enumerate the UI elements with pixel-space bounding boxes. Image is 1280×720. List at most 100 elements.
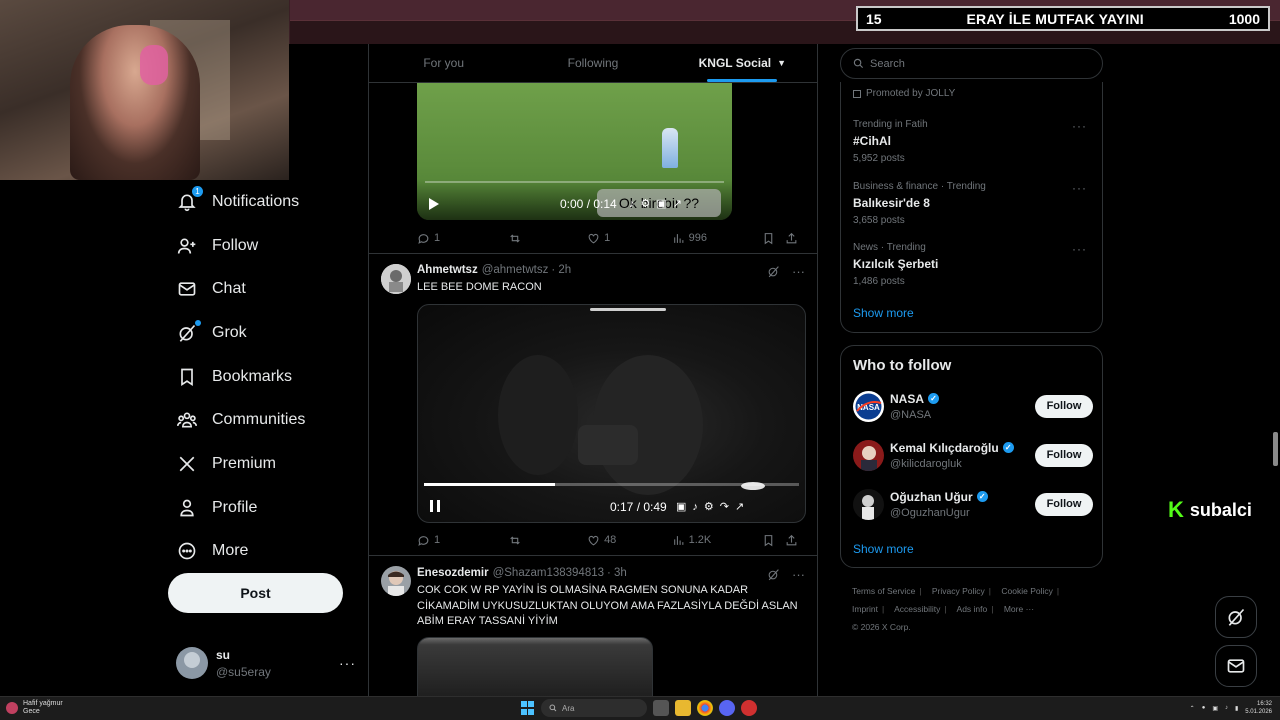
nav-item-more[interactable]: More (168, 530, 358, 574)
more-icon[interactable]: ··· (1072, 181, 1087, 195)
follow-button[interactable]: Follow (1035, 443, 1093, 467)
divider (369, 253, 817, 254)
volume-icon[interactable]: ♪ (1225, 705, 1228, 711)
account-more-icon[interactable]: ··· (339, 655, 356, 671)
avatar-image (381, 264, 411, 294)
page-scrollbar[interactable] (1273, 432, 1278, 466)
grok-icon[interactable] (767, 568, 780, 581)
avatar (853, 439, 884, 471)
task-view-icon[interactable] (653, 700, 669, 716)
tab-kngl-social[interactable]: KNGL Social ▼ (668, 44, 817, 82)
follow-suggestion[interactable]: Kemal Kılıçdaroğlu ✓ @kilicdarogluk Follo… (853, 439, 1093, 471)
windows-start-icon[interactable] (521, 701, 535, 715)
discord-icon[interactable] (719, 700, 735, 716)
footer-link[interactable]: Imprint (852, 604, 878, 614)
avatar[interactable] (381, 566, 411, 596)
video-player[interactable]: 0:17 / 0:49 ▣♪⚙↷↗ (417, 304, 806, 523)
footer-link[interactable]: Accessibility (894, 604, 940, 614)
nav-item-communities[interactable]: Communities (168, 398, 358, 442)
taskbar-search[interactable]: Ara (541, 699, 647, 717)
trend-item[interactable]: Trending in Fatih #CihAl 5,952 posts ··· (853, 119, 1093, 164)
video-time: 0:00 / 0:14 (560, 197, 617, 211)
chrome-icon[interactable] (697, 700, 713, 716)
views-button[interactable]: 996 (672, 232, 762, 245)
reply-button[interactable]: 1 (417, 534, 508, 547)
nav-item-bookmarks[interactable]: Bookmarks (168, 355, 358, 399)
more-icon[interactable]: ··· (792, 264, 805, 279)
tweet-time[interactable]: · 3h (607, 567, 627, 579)
tweet-author-name[interactable]: Ahmetwtsz (417, 264, 478, 276)
reply-button[interactable]: 1 (417, 232, 508, 245)
follow-suggestion[interactable]: NASA NASA ✓ @NASA Follow (853, 390, 1093, 422)
tab-following[interactable]: Following (518, 44, 667, 82)
follow-button[interactable]: Follow (1035, 492, 1093, 516)
footer-link[interactable]: Privacy Policy (932, 586, 985, 596)
share-button[interactable] (785, 534, 802, 547)
webcam-overlay (0, 0, 289, 180)
grok-fab-button[interactable] (1215, 596, 1257, 638)
nav-item-notifications[interactable]: 1 Notifications (168, 180, 358, 224)
footer-link[interactable]: Terms of Service (852, 586, 915, 596)
views-button[interactable]: 1.2K (672, 534, 762, 547)
account-switcher[interactable]: su @su5eray ··· (176, 645, 356, 681)
post-button[interactable]: Post (168, 573, 343, 613)
messages-fab-button[interactable] (1215, 645, 1257, 687)
pause-icon[interactable] (430, 500, 440, 512)
suggestion-handle: @kilicdarogluk (890, 457, 962, 470)
avatar[interactable] (381, 264, 411, 294)
follow-suggestion[interactable]: Oğuzhan Uğur ✓ @OguzhanUgur Follow (853, 488, 1093, 520)
grok-icon[interactable] (767, 265, 780, 278)
weather-widget[interactable]: Hafif yağmur Gece (6, 700, 63, 716)
app-icon[interactable] (741, 700, 757, 716)
like-count: 1 (604, 232, 611, 244)
bookmark-button[interactable] (762, 534, 785, 547)
like-button[interactable]: 48 (587, 534, 672, 547)
more-icon[interactable]: ··· (1072, 242, 1087, 256)
trend-item[interactable]: Business & finance · Trending Balıkesir'… (853, 181, 1093, 226)
follow-button[interactable]: Follow (1035, 394, 1093, 418)
tweet-time[interactable]: · 2h (551, 264, 571, 276)
nav-label: Communities (212, 411, 306, 429)
tweet-media[interactable] (417, 637, 653, 696)
video-control-icons[interactable]: ♪⚙▣↗ (629, 197, 688, 210)
footer-link[interactable]: More ··· (1004, 604, 1034, 614)
trends-show-more-link[interactable]: Show more (853, 306, 914, 320)
share-button[interactable] (785, 232, 802, 245)
search-input[interactable]: Search (840, 48, 1103, 79)
promoted-label: Promoted by JOLLY (853, 88, 955, 99)
repost-button[interactable] (508, 534, 587, 547)
clock[interactable]: 16:32 5.01.2026 (1245, 700, 1272, 716)
file-explorer-icon[interactable] (675, 700, 691, 716)
trend-item[interactable]: News · Trending Kızılcık Şerbeti 1,486 p… (853, 242, 1093, 287)
verified-badge-icon: ✓ (928, 393, 940, 404)
nav-item-profile[interactable]: Profile (168, 486, 358, 530)
nav-item-premium[interactable]: Premium (168, 442, 358, 486)
nav-item-follow[interactable]: Follow (168, 224, 358, 268)
nav-label: Premium (212, 454, 277, 472)
footer-link[interactable]: Cookie Policy (1001, 586, 1053, 596)
video-progress-bar[interactable] (424, 483, 799, 486)
weather-condition: Hafif yağmur (23, 700, 63, 707)
nav-item-chat[interactable]: Chat (168, 267, 358, 311)
play-icon[interactable] (429, 198, 439, 210)
battery-icon[interactable]: ▮ (1235, 705, 1238, 712)
view-count: 1.2K (688, 534, 712, 546)
tweet-author-handle[interactable]: @Shazam138394813 (493, 567, 604, 579)
more-icon[interactable]: ··· (1072, 119, 1087, 133)
video-control-icons[interactable]: ▣♪⚙↷↗ (676, 500, 750, 513)
like-button[interactable]: 1 (587, 232, 672, 245)
video-player[interactable]: Ok birebir ?? 0:00 / 0:14 ♪⚙▣↗ (417, 83, 732, 220)
tweet-author-name[interactable]: Enesozdemir (417, 567, 489, 579)
more-icon[interactable]: ··· (792, 567, 805, 582)
chevron-up-icon[interactable]: ⌃ (1190, 705, 1195, 712)
repost-button[interactable] (508, 232, 587, 245)
footer-link[interactable]: Ads info (957, 604, 988, 614)
network-icon[interactable]: ▣ (1212, 705, 1218, 712)
bookmark-button[interactable] (762, 232, 785, 245)
tweet-author-handle[interactable]: @ahmetwtsz (482, 264, 549, 276)
timeline-tabs: For you Following KNGL Social ▼ (369, 44, 817, 83)
nav-item-grok[interactable]: Grok (168, 311, 358, 355)
tab-for-you[interactable]: For you (369, 44, 518, 82)
who-to-follow-show-more-link[interactable]: Show more (853, 542, 914, 556)
microphone-icon[interactable]: ● (1202, 705, 1206, 711)
